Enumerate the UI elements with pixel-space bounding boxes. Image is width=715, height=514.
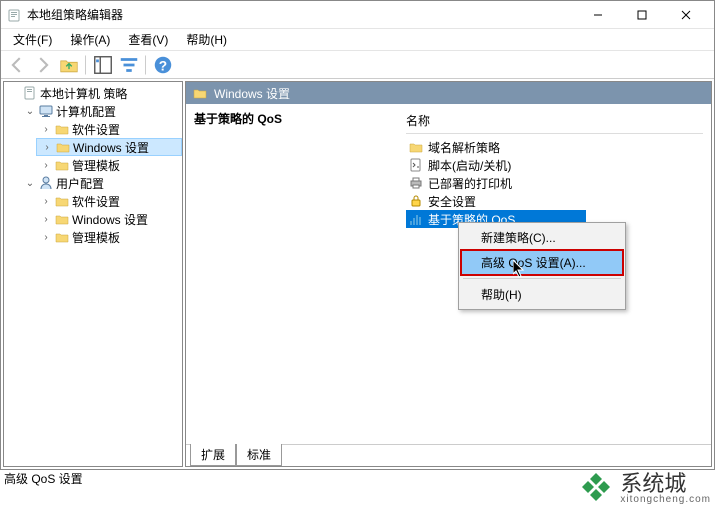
qos-icon xyxy=(408,211,424,227)
tree-label: 管理模板 xyxy=(72,229,120,246)
window-title: 本地组策略编辑器 xyxy=(27,6,576,23)
show-hide-tree-button[interactable] xyxy=(91,54,115,76)
folder-icon xyxy=(54,193,70,209)
printer-icon xyxy=(408,175,424,191)
context-menu: 新建策略(C)... 高级 QoS 设置(A)... 帮助(H) xyxy=(458,222,626,310)
details-pane: Windows 设置 基于策略的 QoS 名称 域名解析策略 xyxy=(185,81,712,467)
tab-standard[interactable]: 标准 xyxy=(236,444,282,466)
chevron-down-icon[interactable]: ⌄ xyxy=(24,177,36,189)
folder-icon xyxy=(54,211,70,227)
watermark-logo-icon xyxy=(578,469,614,508)
list-item[interactable]: 安全设置 xyxy=(406,192,703,210)
app-icon xyxy=(7,7,23,23)
list-item-label: 域名解析策略 xyxy=(428,139,500,156)
details-list: 域名解析策略 脚本(启动/关机) 已部署的打印机 安全设置 xyxy=(406,138,703,228)
policy-tree: 本地计算机 策略 ⌄ 计算机配置 xyxy=(4,84,182,246)
list-item[interactable]: 脚本(启动/关机) xyxy=(406,156,703,174)
tree-computer-config[interactable]: ⌄ 计算机配置 xyxy=(20,102,182,120)
chevron-right-icon[interactable]: › xyxy=(40,231,52,243)
window-buttons xyxy=(576,1,708,29)
details-header: Windows 设置 xyxy=(186,82,711,104)
folder-icon xyxy=(55,139,71,155)
menu-help[interactable]: 帮助(H) xyxy=(178,29,235,50)
chevron-right-icon[interactable]: › xyxy=(40,159,52,171)
tree-label: Windows 设置 xyxy=(72,211,148,228)
statusbar: 高级 QoS 设置 xyxy=(0,470,87,488)
toolbar-separator-2 xyxy=(145,55,147,75)
toolbar-separator xyxy=(85,55,87,75)
tree-label: Windows 设置 xyxy=(73,139,149,156)
tree-user-config[interactable]: ⌄ 用户配置 xyxy=(20,174,182,192)
tree-label: 用户配置 xyxy=(56,175,104,192)
tree-label: 计算机配置 xyxy=(56,103,116,120)
menu-file[interactable]: 文件(F) xyxy=(5,29,60,50)
list-item-label: 已部署的打印机 xyxy=(428,175,512,192)
tree-label: 管理模板 xyxy=(72,157,120,174)
script-icon xyxy=(408,157,424,173)
contextmenu-help[interactable]: 帮助(H) xyxy=(461,282,623,307)
details-header-title: Windows 设置 xyxy=(214,85,290,102)
list-item-label: 脚本(启动/关机) xyxy=(428,157,511,174)
menu-view[interactable]: 查看(V) xyxy=(120,29,176,50)
tree-item-user-admin-templates[interactable]: › 管理模板 xyxy=(36,228,182,246)
chevron-right-icon[interactable]: › xyxy=(40,195,52,207)
cursor-icon xyxy=(513,260,529,280)
tree-pane[interactable]: 本地计算机 策略 ⌄ 计算机配置 xyxy=(3,81,183,467)
tree-item-user-windows[interactable]: › Windows 设置 xyxy=(36,210,182,228)
back-button[interactable] xyxy=(5,54,29,76)
tab-extended[interactable]: 扩展 xyxy=(190,444,236,466)
folder-icon xyxy=(54,229,70,245)
folder-icon xyxy=(192,85,208,101)
tree-label: 本地计算机 策略 xyxy=(40,85,127,102)
list-item[interactable]: 域名解析策略 xyxy=(406,138,703,156)
tree-root[interactable]: 本地计算机 策略 xyxy=(4,84,182,102)
watermark: 系统城 xitongcheng.com xyxy=(578,469,711,508)
list-item-label: 安全设置 xyxy=(428,193,476,210)
watermark-text: 系统城 xitongcheng.com xyxy=(620,473,711,505)
tree-label: 软件设置 xyxy=(72,121,120,138)
expander-icon[interactable] xyxy=(8,87,20,99)
chevron-down-icon[interactable]: ⌄ xyxy=(24,105,36,117)
svg-text:?: ? xyxy=(159,58,167,73)
contextmenu-separator xyxy=(463,278,621,279)
details-tabstrip: 扩展 标准 xyxy=(186,444,711,466)
folder-icon xyxy=(408,139,424,155)
help-button[interactable]: ? xyxy=(151,54,175,76)
chevron-right-icon[interactable]: › xyxy=(41,141,53,153)
watermark-brand: 系统城 xyxy=(620,473,686,495)
toolbar: ? xyxy=(1,51,714,79)
watermark-url: xitongcheng.com xyxy=(620,495,711,505)
tree-item-windows-settings[interactable]: › Windows 设置 xyxy=(36,138,182,156)
document-icon xyxy=(22,85,38,101)
tree-item-user-software[interactable]: › 软件设置 xyxy=(36,192,182,210)
tree-item-software-settings[interactable]: › 软件设置 xyxy=(36,120,182,138)
tree-label: 软件设置 xyxy=(72,193,120,210)
close-button[interactable] xyxy=(664,1,708,29)
contextmenu-new-policy[interactable]: 新建策略(C)... xyxy=(461,225,623,250)
chevron-right-icon[interactable]: › xyxy=(40,123,52,135)
lock-icon xyxy=(408,193,424,209)
selection-heading: 基于策略的 QoS xyxy=(194,110,394,131)
menu-action[interactable]: 操作(A) xyxy=(62,29,118,50)
up-button[interactable] xyxy=(57,54,81,76)
folder-icon xyxy=(54,121,70,137)
column-header-name[interactable]: 名称 xyxy=(406,110,703,134)
list-item[interactable]: 已部署的打印机 xyxy=(406,174,703,192)
details-body: 基于策略的 QoS 名称 域名解析策略 脚本(启动/关机) xyxy=(186,104,711,444)
menubar: 文件(F) 操作(A) 查看(V) 帮助(H) xyxy=(1,29,714,51)
tree-item-admin-templates[interactable]: › 管理模板 xyxy=(36,156,182,174)
details-description-column: 基于策略的 QoS xyxy=(194,110,394,438)
folder-icon xyxy=(54,157,70,173)
chevron-right-icon[interactable]: › xyxy=(40,213,52,225)
forward-button[interactable] xyxy=(31,54,55,76)
minimize-button[interactable] xyxy=(576,1,620,29)
filter-button[interactable] xyxy=(117,54,141,76)
maximize-button[interactable] xyxy=(620,1,664,29)
contextmenu-advanced-qos[interactable]: 高级 QoS 设置(A)... xyxy=(461,250,623,275)
user-icon xyxy=(38,175,54,191)
titlebar: 本地组策略编辑器 xyxy=(1,1,714,29)
computer-icon xyxy=(38,103,54,119)
